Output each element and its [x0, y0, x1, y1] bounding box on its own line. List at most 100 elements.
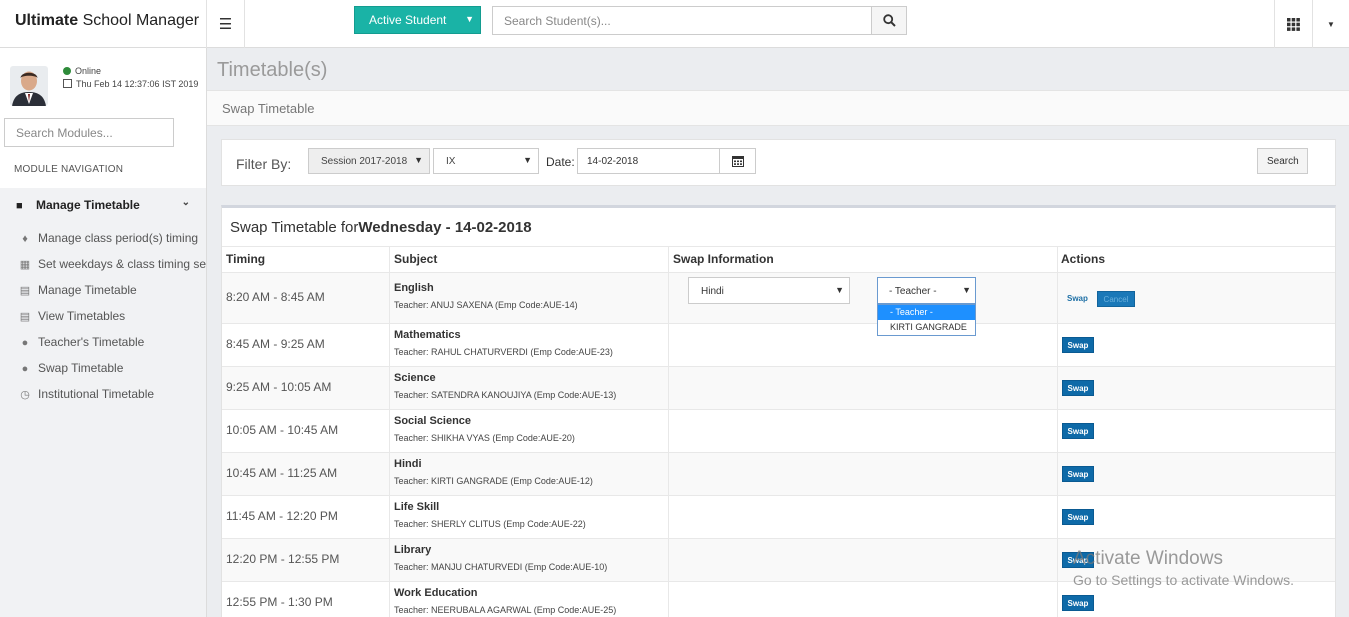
calendar-icon: [731, 156, 744, 167]
user-avatar-icon: [10, 66, 48, 106]
cell-teacher: Teacher: NEERUBALA AGARWAL (Emp Code:AUE…: [394, 605, 617, 615]
swap-button[interactable]: Swap: [1062, 595, 1094, 611]
sidebar-item-label: Swap Timetable: [38, 361, 124, 375]
cell-teacher: Teacher: SHERLY CLITUS (Emp Code:AUE-22): [394, 519, 586, 529]
sidebar-item-manage-timetable[interactable]: ▤ Manage Timetable: [18, 283, 206, 297]
car-icon: ■: [16, 200, 23, 212]
sidebar-item-label: Teacher's Timetable: [38, 335, 145, 349]
sidebar-item-institutional-timetable[interactable]: ◷ Institutional Timetable: [18, 387, 206, 401]
module-navigation-label: MODULE NAVIGATION: [14, 164, 124, 175]
calendar-button[interactable]: [719, 148, 756, 174]
cell-teacher: Teacher: RAHUL CHATURVERDI (Emp Code:AUE…: [394, 347, 613, 357]
cell-teacher: Teacher: SHIKHA VYAS (Emp Code:AUE-20): [394, 433, 575, 443]
avatar[interactable]: [10, 66, 48, 106]
search-modules-input[interactable]: [4, 118, 174, 147]
swap-button[interactable]: Swap: [1062, 423, 1094, 439]
breadcrumb: Swap Timetable: [207, 90, 1349, 126]
caret-down-icon: ▼: [523, 155, 532, 165]
watermark-line1: Activate Windows: [1073, 548, 1223, 569]
menu-manage-timetable[interactable]: ■ Manage Timetable ⌄: [0, 188, 206, 221]
sidebar-item-teachers-timetable[interactable]: ● Teacher's Timetable: [18, 335, 206, 349]
cell-teacher: Teacher: MANJU CHATURVEDI (Emp Code:AUE-…: [394, 562, 608, 572]
cell-subject: Life Skill: [394, 501, 440, 513]
cancel-button[interactable]: Cancel: [1097, 291, 1135, 307]
online-dot-icon: [63, 67, 71, 75]
brand-rest: School Manager: [78, 12, 200, 29]
sidebar-item-set-weekdays[interactable]: ▦ Set weekdays & class timing sets: [18, 257, 206, 271]
calendar-plus-icon: ▤: [19, 285, 31, 297]
sidebar-item-view-timetables[interactable]: ▤ View Timetables: [18, 309, 206, 323]
caret-down-icon: ▼: [414, 155, 423, 165]
swap-subject-select[interactable]: Hindi ▼: [688, 277, 850, 304]
user-status: Online Thu Feb 14 12:37:06 IST 2019: [63, 66, 198, 89]
datetime-text: Thu Feb 14 12:37:06 IST 2019: [76, 79, 199, 89]
class-value: IX: [446, 156, 456, 167]
cell-subject: Work Education: [394, 587, 478, 599]
activate-windows-watermark: Activate Windows Go to Settings to activ…: [1073, 548, 1294, 588]
swap-subject-value: Hindi: [701, 286, 724, 297]
sidebar-item-swap-timetable[interactable]: ● Swap Timetable: [18, 361, 206, 375]
column-divider: [389, 246, 390, 617]
cell-subject: English: [394, 282, 434, 294]
column-divider: [1057, 246, 1058, 617]
user-icon: ●: [21, 337, 29, 349]
teacher-option[interactable]: KIRTI GANGRADE: [878, 320, 975, 335]
swap-button[interactable]: Swap: [1062, 509, 1094, 525]
sidebar-item-label: Manage class period(s) timing: [38, 231, 199, 245]
sidebar-item-manage-class-periods[interactable]: ♦ Manage class period(s) timing: [18, 231, 206, 245]
top-bar: Ultimate School Manager ☰ Active Student…: [0, 0, 1349, 48]
watermark-line2: Go to Settings to activate Windows.: [1073, 572, 1294, 588]
clock-icon: ◷: [20, 389, 30, 401]
apps-grid-icon[interactable]: [1274, 0, 1312, 48]
cell-timing: 10:45 AM - 11:25 AM: [226, 466, 338, 480]
cell-timing: 8:45 AM - 9:25 AM: [226, 337, 325, 351]
swap-button[interactable]: Swap: [1067, 294, 1088, 303]
cell-timing: 11:45 AM - 12:20 PM: [226, 509, 338, 523]
page-title: Timetable(s): [217, 59, 328, 81]
status-text: Online: [75, 66, 102, 76]
cell-timing: 8:20 AM - 8:45 AM: [226, 290, 325, 304]
filter-box: Filter By: Session 2017-2018 ▼ IX ▼ Date: …: [221, 139, 1336, 186]
bell-icon: ♦: [22, 233, 28, 245]
cell-timing: 10:05 AM - 10:45 AM: [226, 423, 339, 437]
sidebar-item-label: Manage Timetable: [38, 283, 137, 297]
class-select[interactable]: IX ▼: [433, 148, 539, 174]
cell-subject: Social Science: [394, 415, 472, 427]
sidebar-item-label: Set weekdays & class timing sets: [38, 257, 206, 271]
column-header-swap-information: Swap Information: [673, 252, 774, 266]
swap-button[interactable]: Swap: [1062, 466, 1094, 482]
date-label: Date:: [546, 155, 575, 169]
panel-title-day: Wednesday - 14-02-2018: [358, 219, 532, 236]
panel-title: Swap Timetable forWednesday - 14-02-2018: [230, 219, 532, 236]
active-student-label: Active Student: [369, 13, 447, 27]
caret-down-icon: ▼: [962, 285, 971, 295]
active-student-dropdown[interactable]: Active Student ▼: [354, 6, 481, 34]
user-icon: ●: [21, 363, 29, 375]
search-student-button[interactable]: [871, 6, 907, 35]
session-select[interactable]: Session 2017-2018 ▼: [308, 148, 430, 174]
calendar-icon: ▤: [19, 311, 31, 323]
grid-icon: [1287, 17, 1300, 31]
cell-subject: Mathematics: [394, 329, 461, 341]
swap-teacher-value: - Teacher -: [889, 286, 937, 297]
teacher-option[interactable]: - Teacher -: [878, 305, 975, 320]
filter-search-button[interactable]: Search: [1257, 148, 1308, 174]
swap-teacher-select[interactable]: - Teacher - ▼: [877, 277, 976, 304]
cell-teacher: Teacher: ANUJ SAXENA (Emp Code:AUE-14): [394, 300, 578, 310]
filter-label: Filter By:: [236, 156, 292, 172]
app-brand[interactable]: Ultimate School Manager: [0, 0, 207, 48]
cell-subject: Hindi: [394, 458, 422, 470]
swap-button[interactable]: Swap: [1062, 337, 1094, 353]
user-menu-caret-icon[interactable]: ▼: [1312, 0, 1349, 48]
sidebar-item-label: Institutional Timetable: [38, 387, 155, 401]
calendar-icon: ▦: [19, 259, 31, 271]
column-header-timing: Timing: [226, 252, 266, 266]
chevron-down-icon: ⌄: [181, 197, 190, 208]
hamburger-menu-icon[interactable]: ☰: [207, 0, 245, 48]
search-student-input[interactable]: [492, 6, 872, 35]
cell-subject: Library: [394, 544, 432, 556]
caret-down-icon: ▼: [835, 285, 844, 295]
date-input[interactable]: 14-02-2018: [577, 148, 720, 174]
swap-button[interactable]: Swap: [1062, 380, 1094, 396]
sidebar-item-label: View Timetables: [38, 309, 126, 323]
